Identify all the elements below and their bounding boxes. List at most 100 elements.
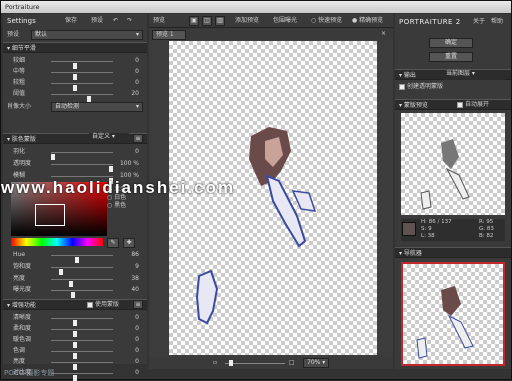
slider-row[interactable]: 较细 0 [3, 56, 147, 69]
zoom-slider-knob[interactable] [229, 360, 233, 366]
slider-track[interactable] [51, 318, 113, 326]
slider-knob[interactable] [71, 292, 75, 298]
enhancements-header[interactable]: ▾ 增强功能 [3, 299, 147, 310]
redo-icon[interactable]: ↷ [127, 16, 132, 26]
slider-track[interactable] [51, 94, 113, 102]
slider-label: 清晰度 [13, 314, 32, 321]
zoom-in-icon[interactable]: □ [289, 358, 295, 368]
slider-track[interactable] [51, 176, 113, 184]
slider-row[interactable]: 较粗 0 [3, 78, 147, 91]
slider-row[interactable]: 透明度 100 % [3, 159, 147, 172]
slider-row[interactable]: 亮度 0 [3, 357, 147, 370]
portrait-size-select[interactable]: 自动检测 ▾ [51, 102, 143, 112]
slider-label: 饱和度 [13, 263, 32, 270]
save-button[interactable]: 保存 [65, 16, 77, 26]
slider-row[interactable]: 中等 0 [3, 67, 147, 80]
slider-track[interactable] [51, 72, 113, 80]
slider-value[interactable]: 0 [115, 78, 139, 88]
slider-row[interactable]: 暖色调 0 [3, 335, 147, 348]
zoom-select[interactable]: 70% ▾ [303, 358, 329, 368]
slider-row[interactable]: 曝光度 40 [3, 285, 147, 298]
ok-button[interactable]: 确定 [429, 38, 473, 48]
slider-row[interactable]: Hue 86 [3, 250, 147, 263]
radio-black[interactable]: ○ 黑色 [107, 202, 126, 210]
close-icon[interactable]: × [381, 29, 386, 39]
slider-value[interactable]: 0 [115, 67, 139, 77]
split-view-icon[interactable]: ◫ [202, 16, 212, 26]
eyedropper-icon[interactable]: ✎ [107, 238, 119, 248]
slider-track[interactable] [51, 290, 113, 298]
skin-mask-title: 肤色蒙版 [11, 136, 36, 143]
preview-canvas[interactable] [169, 41, 377, 355]
slider-track[interactable] [51, 362, 113, 370]
preset-button[interactable]: 预设 [91, 16, 103, 26]
slider-value[interactable]: 0 [115, 357, 139, 367]
slider-row[interactable]: 亮度 38 [3, 274, 147, 287]
preview-toolbar: 预览 ▣ ◫ ▥ 添加预览 包围曝光 ○ 快速预览 ● 精确预览 [149, 14, 393, 28]
auto-expand-checkbox[interactable]: 自动展开 [457, 99, 489, 109]
slider-value[interactable]: 38 [115, 274, 139, 284]
add-preview-button[interactable]: 添加预览 [235, 16, 259, 26]
color-selection-box[interactable] [35, 204, 65, 226]
slider-track[interactable] [51, 83, 113, 91]
slider-value[interactable]: 100 % [115, 159, 139, 169]
help-link[interactable]: 帮助 [491, 17, 503, 27]
zoom-out-icon[interactable]: ▫ [213, 358, 217, 368]
slider-value[interactable]: 0 [115, 147, 139, 157]
slider-track[interactable] [51, 255, 113, 263]
masked-subject [195, 127, 317, 325]
zoom-slider[interactable] [225, 360, 285, 366]
hue-strip[interactable] [11, 238, 103, 246]
menu-icon[interactable]: ≡ [133, 300, 143, 309]
slider-row[interactable]: 羽化 0 [3, 147, 147, 160]
about-link[interactable]: 关于 [473, 17, 485, 27]
slider-track[interactable] [51, 267, 113, 275]
slider-value[interactable]: 0 [115, 313, 139, 323]
accurate-preview-radio[interactable]: ● 精确预览 [352, 16, 383, 26]
slider-track[interactable] [51, 373, 113, 381]
slider-value[interactable]: 9 [115, 262, 139, 272]
slider-track[interactable] [51, 340, 113, 348]
skin-mask-mode-select[interactable]: 自定义 ▾ [89, 133, 129, 143]
saturation-readout: S: 9 [421, 226, 432, 232]
slider-track[interactable] [51, 61, 113, 69]
eyedropper-plus-icon[interactable]: ✚ [123, 238, 135, 248]
output-select[interactable]: 当前图层 ▾ [443, 70, 505, 80]
navigator-header[interactable]: ▾ 导航器 [395, 247, 511, 258]
navigator-view[interactable] [401, 262, 505, 366]
slider-row[interactable]: 色调 0 [3, 346, 147, 359]
menu-icon[interactable]: ≡ [133, 134, 143, 143]
slider-label: Hue [13, 251, 26, 258]
use-mask-checkbox[interactable]: 使用蒙版 [87, 299, 119, 309]
reset-button[interactable]: 重置 [429, 52, 473, 62]
mask-button[interactable]: 包围曝光 [273, 16, 297, 26]
create-transparent-mask-checkbox[interactable]: 创建透明蒙版 [399, 82, 443, 92]
right-panel: PORTRAITURE 2 关于 帮助 确定 重置 ▾ 输出 当前图层 ▾ 创建… [395, 14, 511, 369]
slider-value[interactable]: 40 [115, 285, 139, 295]
slider-track[interactable] [51, 279, 113, 287]
slider-row[interactable]: 阈值 20 [3, 89, 147, 102]
slider-value[interactable]: 0 [115, 56, 139, 66]
slider-value[interactable]: 20 [115, 89, 139, 99]
slider-value[interactable]: 0 [115, 346, 139, 356]
slider-track[interactable] [51, 329, 113, 337]
slider-value[interactable]: 0 [115, 335, 139, 345]
slider-knob[interactable] [73, 375, 77, 381]
tab-preview-1[interactable]: 预览 1 [152, 30, 186, 40]
slider-row[interactable]: 柔和度 0 [3, 324, 147, 337]
slider-row[interactable]: 清晰度 0 [3, 313, 147, 326]
slider-track[interactable] [51, 152, 113, 160]
mask-preview-header[interactable]: ▾ 蒙版预览 [395, 99, 511, 110]
quick-preview-radio[interactable]: ○ 快速预览 [311, 16, 342, 26]
side-by-side-icon[interactable]: ▥ [215, 16, 225, 26]
slider-track[interactable] [51, 351, 113, 359]
single-view-icon[interactable]: ▣ [189, 16, 199, 26]
preset-select[interactable]: 默认 ▾ [31, 30, 143, 40]
detail-smoothing-header[interactable]: ▾ 细节平滑 [3, 42, 147, 53]
slider-track[interactable] [51, 164, 113, 172]
slider-value[interactable]: 0 [115, 324, 139, 334]
undo-icon[interactable]: ↶ [113, 16, 118, 26]
slider-value[interactable]: 86 [115, 250, 139, 260]
slider-row[interactable]: 饱和度 9 [3, 262, 147, 275]
slider-value[interactable]: 0 [115, 368, 139, 378]
